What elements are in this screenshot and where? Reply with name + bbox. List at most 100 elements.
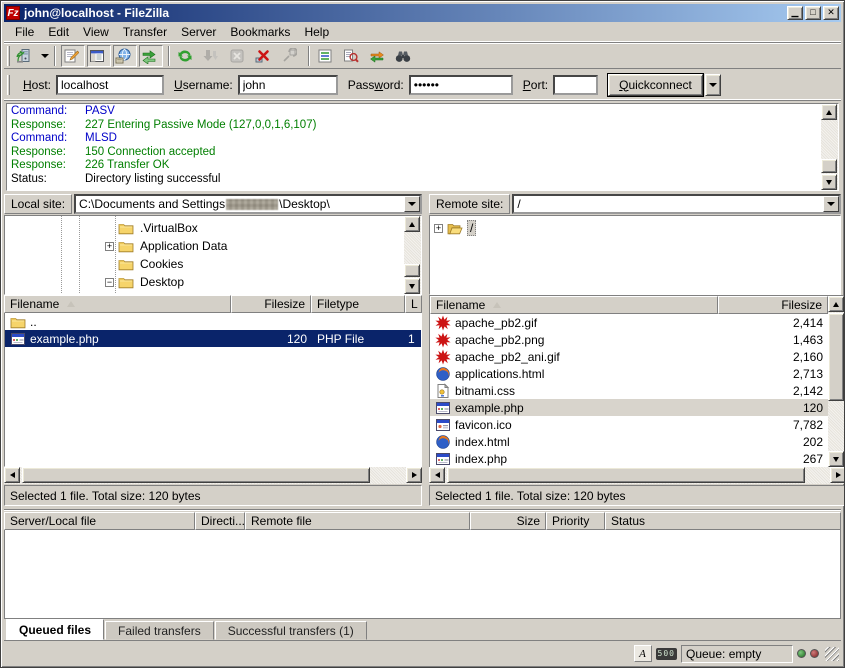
process-queue-button[interactable]: [201, 45, 225, 67]
tree-item-label[interactable]: Cookies: [138, 257, 185, 271]
data-type-indicator-icon[interactable]: A: [634, 645, 652, 662]
remote-site-combo[interactable]: /: [512, 194, 841, 214]
scroll-up-button[interactable]: [404, 216, 420, 232]
menu-help[interactable]: Help: [297, 23, 336, 41]
site-manager-button[interactable]: [14, 45, 38, 67]
column-header-filesize[interactable]: Filesize: [231, 295, 311, 313]
file-row[interactable]: example.php 120: [430, 399, 828, 416]
column-header-remotefile[interactable]: Remote file: [245, 512, 470, 530]
column-header-filename[interactable]: Filename: [4, 295, 231, 313]
scroll-up-button[interactable]: [821, 104, 837, 120]
tree-item-label[interactable]: Desktop: [138, 275, 186, 289]
filter-button[interactable]: [315, 45, 339, 67]
message-log-scrollbar[interactable]: [821, 104, 838, 190]
scroll-right-button[interactable]: [406, 467, 422, 483]
column-header-serverlocalfile[interactable]: Server/Local file: [4, 512, 195, 530]
scrollbar-thumb[interactable]: [447, 467, 805, 483]
local-site-dropdown-button[interactable]: [404, 196, 420, 212]
local-horizontal-scrollbar[interactable]: [4, 467, 422, 484]
scroll-left-button[interactable]: [429, 467, 445, 483]
tree-expander[interactable]: +: [434, 224, 443, 233]
toggle-local-tree-button[interactable]: [87, 45, 111, 67]
scroll-down-button[interactable]: [828, 451, 844, 467]
file-row[interactable]: bitnami.css 2,142: [430, 382, 828, 399]
speed-limit-indicator-icon[interactable]: 500: [656, 648, 677, 660]
local-tree-scrollbar[interactable]: [404, 216, 421, 294]
tree-item[interactable]: +/: [430, 219, 840, 237]
queue-list[interactable]: [4, 530, 841, 619]
local-file-list[interactable]: .. example.php 120 PHP File 1: [4, 313, 422, 467]
tab-successful-transfers-[interactable]: Successful transfers (1): [215, 621, 367, 640]
tab-queued-files[interactable]: Queued files: [6, 619, 104, 640]
scrollbar-thumb[interactable]: [404, 264, 420, 277]
column-header-l[interactable]: L: [405, 295, 422, 313]
cancel-button[interactable]: [227, 45, 251, 67]
file-row[interactable]: example.php 120 PHP File 1: [5, 330, 422, 347]
tree-item[interactable]: Cookies: [5, 255, 404, 273]
compare-button[interactable]: [341, 45, 365, 67]
quickconnect-button[interactable]: Quickconnect: [608, 74, 703, 96]
reconnect-button[interactable]: [279, 45, 303, 67]
find-files-button[interactable]: [393, 45, 417, 67]
password-input[interactable]: [409, 75, 513, 95]
tree-item-label[interactable]: /: [467, 220, 476, 236]
menu-file[interactable]: File: [8, 23, 41, 41]
menu-transfer[interactable]: Transfer: [116, 23, 174, 41]
file-row[interactable]: apache_pb2.png 1,463: [430, 331, 828, 348]
scrollbar-thumb[interactable]: [821, 159, 837, 173]
column-header-directi[interactable]: Directi...: [195, 512, 245, 530]
minimize-button[interactable]: ▁: [787, 6, 803, 20]
column-header-filename[interactable]: Filename: [430, 296, 718, 314]
tree-item[interactable]: .VirtualBox: [5, 219, 404, 237]
file-row[interactable]: index.php 267: [430, 450, 828, 467]
toolbar-gripper[interactable]: [7, 75, 10, 95]
menu-server[interactable]: Server: [174, 23, 223, 41]
close-button[interactable]: ✕: [823, 6, 839, 20]
tree-expander[interactable]: +: [105, 242, 114, 251]
sync-browsing-button[interactable]: [367, 45, 391, 67]
column-header-filesize[interactable]: Filesize: [718, 296, 828, 314]
username-input[interactable]: [238, 75, 338, 95]
remote-horizontal-scrollbar[interactable]: [429, 467, 845, 484]
column-header-priority[interactable]: Priority: [546, 512, 605, 530]
maximize-button[interactable]: □: [805, 6, 821, 20]
title-bar[interactable]: Fz john@localhost - FileZilla ▁ □ ✕: [4, 4, 841, 22]
file-row[interactable]: index.html 202: [430, 433, 828, 450]
remote-site-dropdown-button[interactable]: [823, 196, 839, 212]
file-row[interactable]: favicon.ico 7,782: [430, 416, 828, 433]
pane-splitter[interactable]: [422, 295, 429, 506]
pane-splitter[interactable]: [422, 215, 429, 295]
file-row[interactable]: applications.html 2,713: [430, 365, 828, 382]
scroll-up-button[interactable]: [828, 296, 844, 312]
local-directory-tree[interactable]: .VirtualBox+Application DataCookies−Desk…: [4, 215, 422, 295]
scrollbar-thumb[interactable]: [828, 313, 844, 401]
scroll-down-button[interactable]: [821, 174, 837, 190]
remote-file-list[interactable]: apache_pb2.gif 2,414 apache_pb2.png 1,46…: [430, 314, 828, 467]
message-log[interactable]: Command:PASVResponse:227 Entering Passiv…: [7, 104, 821, 190]
menu-view[interactable]: View: [76, 23, 116, 41]
scroll-right-button[interactable]: [830, 467, 845, 483]
quickconnect-dropdown-button[interactable]: [705, 74, 721, 96]
tab-failed-transfers[interactable]: Failed transfers: [105, 621, 214, 640]
pane-splitter[interactable]: [422, 193, 429, 215]
file-row[interactable]: apache_pb2.gif 2,414: [430, 314, 828, 331]
toggle-remote-tree-button[interactable]: [113, 45, 137, 67]
remote-list-scrollbar[interactable]: [828, 296, 845, 467]
local-site-combo[interactable]: C:\Documents and Settings\Desktop\: [74, 194, 422, 214]
toggle-queue-button[interactable]: [139, 45, 163, 67]
tree-item-label[interactable]: .VirtualBox: [138, 221, 200, 235]
port-input[interactable]: [553, 75, 598, 95]
file-row[interactable]: apache_pb2_ani.gif 2,160: [430, 348, 828, 365]
column-header-filetype[interactable]: Filetype: [311, 295, 405, 313]
menu-bookmarks[interactable]: Bookmarks: [223, 23, 297, 41]
scroll-left-button[interactable]: [4, 467, 20, 483]
file-row[interactable]: ..: [5, 313, 422, 330]
menu-edit[interactable]: Edit: [41, 23, 76, 41]
remote-directory-tree[interactable]: +/: [429, 215, 841, 295]
disconnect-button[interactable]: [253, 45, 277, 67]
tree-expander[interactable]: −: [105, 278, 114, 287]
toolbar-gripper[interactable]: [7, 46, 10, 66]
scrollbar-thumb[interactable]: [22, 467, 370, 483]
column-header-size[interactable]: Size: [470, 512, 546, 530]
host-input[interactable]: [56, 75, 164, 95]
